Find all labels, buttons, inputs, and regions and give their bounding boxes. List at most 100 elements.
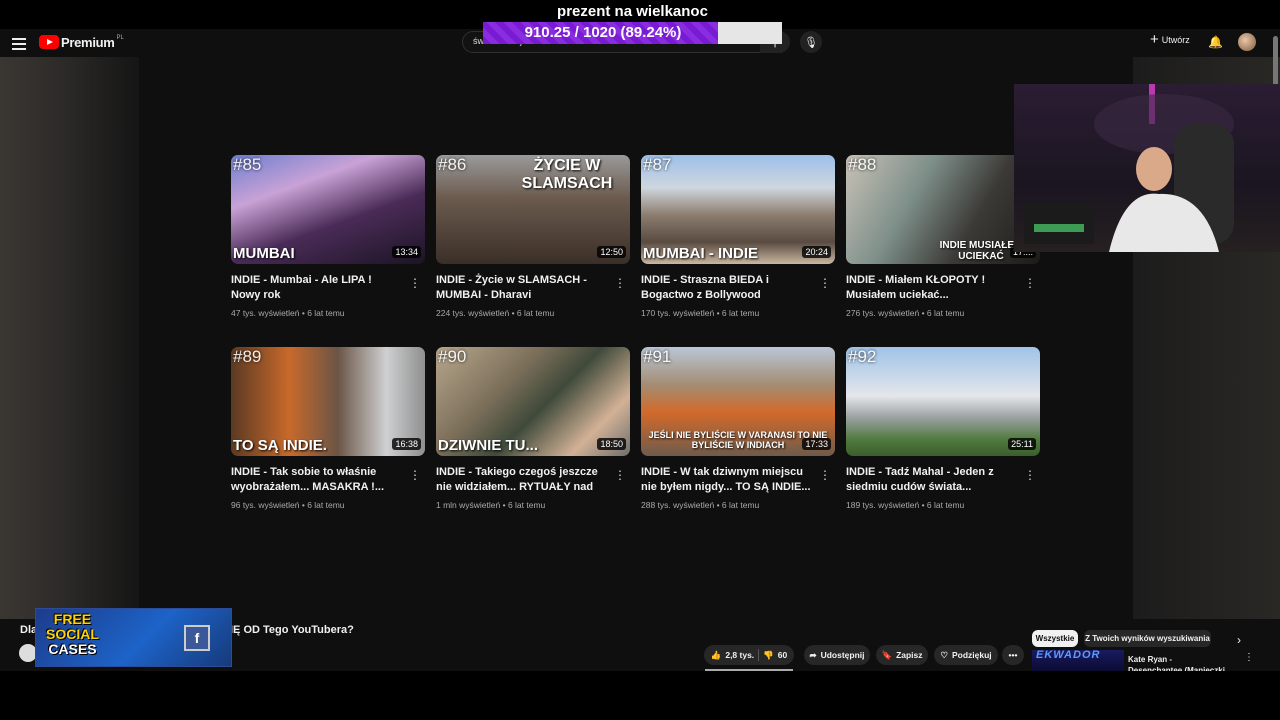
- video-meta: 276 tys. wyświetleń • 6 lat temu: [846, 308, 965, 318]
- more-actions-button[interactable]: •••: [1002, 645, 1024, 665]
- video-title[interactable]: INDIE - Straszna BIEDA i Bogactwo z Boll…: [641, 273, 811, 303]
- next-thumb-text: EKWADOR: [1036, 650, 1101, 661]
- more-options-icon[interactable]: ⋮: [1024, 468, 1036, 482]
- microphone-icon: 🎙: [804, 36, 818, 49]
- like-count: 2,8 tys.: [725, 650, 755, 660]
- dislike-count: 60: [777, 650, 788, 660]
- video-title[interactable]: INDIE - Tadź Mahal - Jeden z siedmiu cud…: [846, 465, 1016, 495]
- video-meta: 96 tys. wyświetleń • 6 lat temu: [231, 500, 345, 510]
- video-title[interactable]: INDIE - Miałem KŁOPOTY ! Musiałem ucieka…: [846, 273, 1016, 303]
- video-meta: 224 tys. wyświetleń • 6 lat temu: [436, 308, 555, 318]
- webcam-overlay: [1014, 84, 1280, 252]
- share-button[interactable]: ➦ Udostępnij: [804, 645, 870, 665]
- video-title[interactable]: INDIE - Takiego czegoś jeszcze nie widzi…: [436, 465, 606, 495]
- video-thumbnail[interactable]: #85 MUMBAI 13:34: [231, 155, 425, 264]
- more-horiz-icon: •••: [1008, 650, 1018, 660]
- duration-badge: 13:34: [392, 246, 421, 258]
- menu-icon[interactable]: [12, 36, 26, 50]
- video-thumbnail[interactable]: #89 TO SĄ INDIE. 16:38: [231, 347, 425, 456]
- video-title[interactable]: INDIE - Życie w SLAMSACH - MUMBAI - Dhar…: [436, 273, 606, 303]
- avatar[interactable]: [1238, 33, 1256, 51]
- video-card[interactable]: #91 JEŚLI NIE BYLIŚCIE W VARANASI TO NIE…: [641, 347, 835, 510]
- chip-from-search[interactable]: Z Twoich wyników wyszukiwania: [1084, 630, 1211, 647]
- video-card[interactable]: #92 25:11 INDIE - Tadź Mahal - Jeden z s…: [846, 347, 1040, 510]
- mic-button[interactable]: 🎙: [800, 31, 822, 53]
- ad-line-3: CASES: [48, 641, 97, 657]
- ad-line-2: SOCIAL: [46, 626, 99, 642]
- thanks-label: Podziękuj: [951, 650, 992, 660]
- chevron-right-icon[interactable]: ›: [1237, 633, 1241, 647]
- bookmark-icon: 🔖: [881, 649, 893, 660]
- video-title[interactable]: INDIE - Mumbai - Ale LIPA ! Nowy rok: [231, 273, 401, 303]
- plus-icon: +: [1150, 31, 1159, 48]
- youtube-logo[interactable]: Premium PL: [39, 34, 124, 50]
- more-options-icon[interactable]: ⋮: [409, 468, 421, 482]
- logo-text: Premium: [61, 34, 115, 50]
- divider: [758, 649, 760, 661]
- more-options-icon[interactable]: ⋮: [1024, 276, 1036, 290]
- episode-number: #87: [643, 155, 672, 174]
- video-title[interactable]: INDIE - W tak dziwnym miejscu nie byłem …: [641, 465, 811, 495]
- video-title[interactable]: INDIE - Tak sobie to właśnie wyobrażałem…: [231, 465, 401, 495]
- thanks-icon: ♡: [940, 649, 948, 660]
- chip-all[interactable]: Wszystkie: [1032, 630, 1078, 647]
- video-thumbnail[interactable]: #92 25:11: [846, 347, 1040, 456]
- episode-number: #89: [233, 347, 262, 366]
- thanks-button[interactable]: ♡ Podziękuj: [934, 645, 998, 665]
- episode-number: #90: [438, 347, 467, 366]
- video-thumbnail[interactable]: #88 INDIE MUSIAŁEM UCIEKAĆ 17:...: [846, 155, 1040, 264]
- progress-bar: 910.25 / 1020 (89.24%): [483, 22, 782, 44]
- create-label: Utwórz: [1161, 35, 1190, 45]
- progress-text: 910.25 / 1020 (89.24%): [524, 24, 682, 41]
- more-options-icon[interactable]: ⋮: [819, 276, 831, 290]
- duration-badge: 20:24: [802, 246, 831, 258]
- video-meta: 1 mln wyświetleń • 6 lat temu: [436, 500, 546, 510]
- scrollbar[interactable]: [1273, 36, 1278, 86]
- youtube-play-icon: [39, 35, 59, 49]
- episode-number: #86: [438, 155, 467, 174]
- thumbs-up-icon[interactable]: 👍: [711, 650, 722, 661]
- save-label: Zapisz: [896, 650, 923, 660]
- share-label: Udostępnij: [820, 650, 865, 660]
- ad-line-1: FREE: [53, 611, 92, 627]
- video-thumbnail[interactable]: #90 DZIWNIE TU... 18:50: [436, 347, 630, 456]
- more-options-icon[interactable]: ⋮: [1244, 652, 1254, 663]
- thumbnail-caption: TO SĄ INDIE.: [233, 437, 327, 454]
- video-card[interactable]: #87 MUMBAI - INDIE 20:24 INDIE - Straszn…: [641, 155, 835, 318]
- video-thumbnail[interactable]: #87 MUMBAI - INDIE 20:24: [641, 155, 835, 264]
- streamer-figure: [1024, 84, 1234, 252]
- more-options-icon[interactable]: ⋮: [409, 276, 421, 290]
- more-options-icon[interactable]: ⋮: [614, 468, 626, 482]
- video-thumbnail[interactable]: #91 JEŚLI NIE BYLIŚCIE W VARANASI TO NIE…: [641, 347, 835, 456]
- thumbs-down-icon[interactable]: 👎: [763, 650, 774, 661]
- video-meta: 47 tys. wyświetleń • 6 lat temu: [231, 308, 345, 318]
- social-ad-banner: FREE SOCIAL CASES f: [35, 608, 232, 667]
- video-card[interactable]: #85 MUMBAI 13:34 INDIE - Mumbai - Ale LI…: [231, 155, 425, 318]
- bell-icon[interactable]: 🔔: [1208, 35, 1223, 49]
- episode-number: #92: [848, 347, 877, 366]
- duration-badge: 12:50: [597, 246, 626, 258]
- video-thumbnail[interactable]: #86 ŻYCIE W SLAMSACH 12:50: [436, 155, 630, 264]
- duration-badge: 16:38: [392, 438, 421, 450]
- next-video-thumbnail[interactable]: EKWADOR: [1032, 650, 1124, 671]
- more-options-icon[interactable]: ⋮: [614, 276, 626, 290]
- overlay-title: prezent na wielkanoc: [557, 3, 708, 20]
- video-player-area: [139, 57, 1133, 619]
- save-button[interactable]: 🔖 Zapisz: [876, 645, 928, 665]
- like-dislike-group[interactable]: 👍 2,8 tys. 👎 60: [704, 645, 794, 665]
- thumbnail-caption: MUMBAI - INDIE: [643, 245, 758, 262]
- thumbnail-caption: DZIWNIE TU...: [438, 437, 538, 454]
- logo-region: PL: [116, 35, 124, 41]
- episode-number: #91: [643, 347, 672, 366]
- left-background: [0, 57, 139, 619]
- video-card[interactable]: #88 INDIE MUSIAŁEM UCIEKAĆ 17:... INDIE …: [846, 155, 1040, 318]
- create-button[interactable]: + Utwórz: [1150, 31, 1190, 48]
- thumbnail-caption: ŻYCIE W SLAMSACH: [521, 157, 613, 192]
- episode-number: #88: [848, 155, 877, 174]
- more-options-icon[interactable]: ⋮: [819, 468, 831, 482]
- thumbnail-caption: MUMBAI: [233, 245, 295, 262]
- video-card[interactable]: #90 DZIWNIE TU... 18:50 INDIE - Takiego …: [436, 347, 630, 510]
- episode-number: #85: [233, 155, 262, 174]
- video-card[interactable]: #86 ŻYCIE W SLAMSACH 12:50 INDIE - Życie…: [436, 155, 630, 318]
- video-card[interactable]: #89 TO SĄ INDIE. 16:38 INDIE - Tak sobie…: [231, 347, 425, 510]
